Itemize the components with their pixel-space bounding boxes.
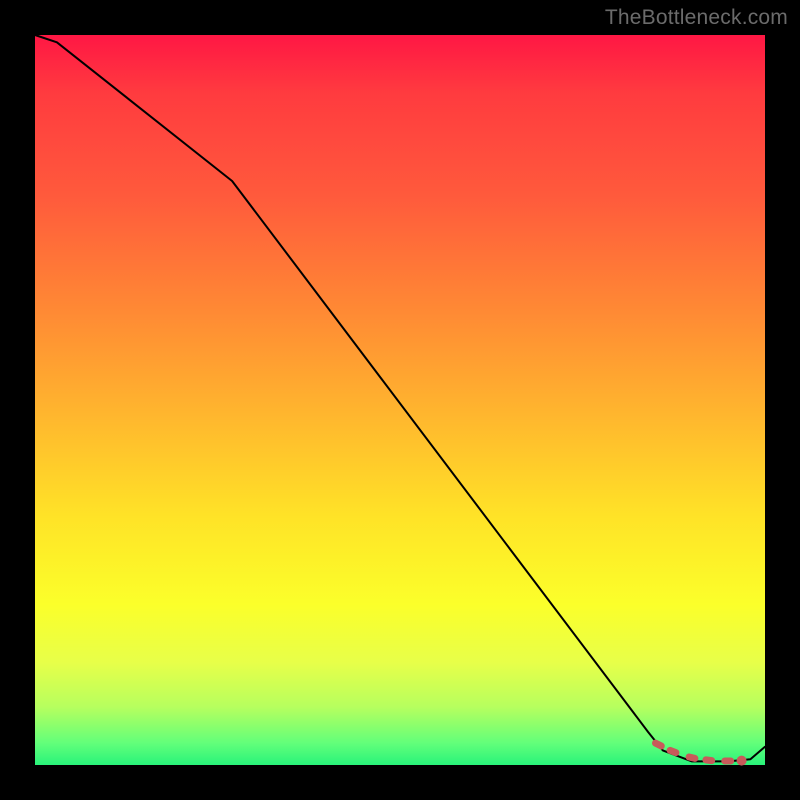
chart-stage: TheBottleneck.com — [0, 0, 800, 800]
plot-gradient-background — [35, 35, 765, 765]
watermark-text: TheBottleneck.com — [605, 6, 788, 30]
